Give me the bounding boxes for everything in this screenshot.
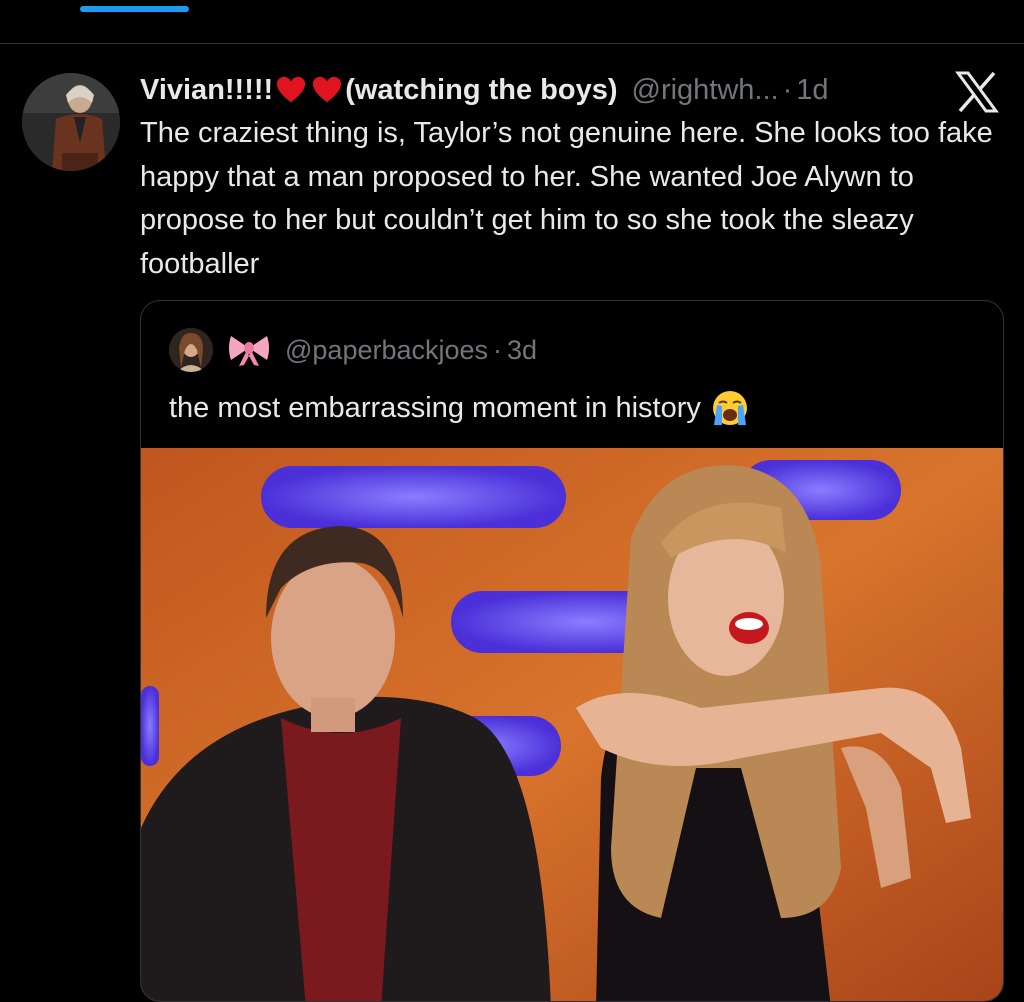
quote-avatar[interactable] — [169, 328, 213, 372]
avatar[interactable] — [22, 73, 120, 171]
quote-timestamp[interactable]: 3d — [507, 335, 537, 366]
quote-media-image[interactable] — [141, 448, 1003, 1002]
quote-separator-dot: · — [493, 334, 503, 365]
quote-handle[interactable]: @paperbackjoes — [285, 335, 488, 366]
tweet-text: The craziest thing is, Taylor’s not genu… — [140, 117, 993, 280]
quote-text: the most embarrassing moment in history — [169, 391, 701, 424]
timestamp[interactable]: 1d — [796, 74, 828, 107]
header-divider — [0, 43, 1024, 44]
red-heart-icon — [313, 76, 342, 103]
pink-ribbon-bow-icon — [229, 336, 269, 366]
quote-header: @paperbackjoes · 3d — [169, 328, 537, 372]
x-logo-icon — [955, 71, 999, 113]
user-handle[interactable]: @rightwh... — [632, 74, 779, 107]
loudly-crying-face-icon — [712, 391, 747, 425]
quote-tweet-card[interactable]: @paperbackjoes · 3d the most embarrassin… — [140, 300, 1004, 1002]
active-tab-indicator — [80, 6, 189, 12]
red-heart-icon — [277, 76, 306, 103]
separator-dot: · — [782, 73, 793, 106]
display-name-suffix[interactable]: (watching the boys) — [345, 74, 617, 107]
tweet-header: Vivian!!!!! (watching the boys) @rightwh… — [140, 70, 829, 110]
display-name[interactable]: Vivian!!!!! — [140, 74, 273, 107]
quote-text-row: the most embarrassing moment in history — [169, 389, 749, 427]
